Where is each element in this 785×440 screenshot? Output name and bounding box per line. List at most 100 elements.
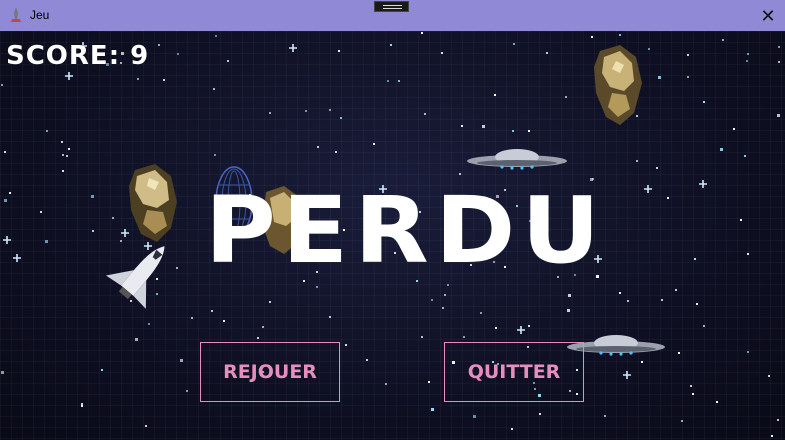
star — [46, 130, 48, 132]
star — [667, 197, 669, 199]
star — [482, 125, 485, 128]
star — [777, 419, 779, 421]
star — [678, 352, 680, 354]
star — [214, 154, 216, 156]
star — [81, 405, 83, 407]
sparkle-star — [623, 371, 631, 379]
star — [733, 128, 735, 130]
star — [656, 167, 658, 169]
star — [747, 53, 749, 55]
star — [137, 78, 139, 80]
star — [619, 292, 621, 294]
app-icon — [11, 7, 21, 22]
star — [1, 84, 3, 86]
star — [431, 299, 433, 301]
star — [494, 94, 496, 96]
star — [740, 219, 742, 221]
star — [495, 327, 497, 329]
star — [398, 80, 400, 82]
star — [694, 258, 696, 260]
star — [641, 361, 643, 363]
star — [703, 325, 705, 327]
sparkle-star — [65, 72, 73, 80]
star — [387, 80, 389, 82]
star — [567, 309, 570, 312]
star — [62, 154, 64, 156]
star — [9, 192, 11, 194]
star — [421, 336, 423, 338]
star — [148, 323, 150, 325]
star — [768, 375, 770, 377]
replay-button[interactable]: REJOUER — [200, 342, 340, 402]
sparkle-star — [517, 326, 525, 334]
star — [373, 143, 375, 145]
star — [661, 299, 663, 301]
ufo-icon — [467, 149, 567, 170]
sparkle-star — [644, 185, 652, 193]
quit-button[interactable]: QUITTER — [444, 342, 584, 402]
star — [716, 401, 718, 403]
star — [215, 35, 217, 37]
star — [528, 325, 530, 327]
star — [269, 301, 271, 303]
game-over-title: PERDU — [205, 177, 607, 284]
star — [213, 88, 215, 90]
star — [177, 53, 179, 55]
star — [305, 110, 307, 112]
star — [145, 425, 147, 427]
sparkle-star — [3, 236, 11, 244]
star — [681, 420, 683, 422]
star — [40, 211, 42, 213]
star — [66, 155, 68, 157]
star — [81, 403, 83, 405]
star — [223, 320, 225, 322]
star — [62, 170, 64, 172]
drag-handle-icon[interactable] — [374, 1, 409, 12]
star — [1, 371, 4, 374]
star — [722, 39, 724, 41]
star — [424, 113, 426, 115]
close-icon: ✕ — [760, 5, 776, 27]
star — [4, 199, 7, 202]
window-titlebar[interactable]: Jeu ✕ — [0, 0, 785, 31]
star — [112, 217, 114, 219]
star — [421, 32, 423, 34]
sparkle-star — [289, 44, 297, 52]
star — [539, 413, 541, 415]
star — [512, 130, 514, 132]
star — [777, 114, 780, 117]
star — [135, 338, 138, 341]
star — [257, 337, 259, 339]
star — [211, 310, 213, 312]
star — [186, 390, 188, 392]
star — [269, 112, 271, 114]
star — [329, 109, 331, 111]
star — [163, 79, 165, 81]
star — [366, 359, 368, 361]
star — [4, 151, 6, 153]
close-button[interactable]: ✕ — [757, 5, 779, 27]
star — [473, 415, 476, 418]
asteroid-icon — [129, 164, 177, 242]
star — [340, 117, 342, 119]
star — [68, 148, 70, 150]
star — [687, 54, 689, 56]
star — [431, 408, 434, 411]
star — [692, 393, 694, 395]
star — [447, 284, 449, 286]
star — [747, 253, 749, 255]
window-title: Jeu — [30, 8, 50, 22]
star — [45, 240, 48, 243]
star — [747, 351, 749, 353]
star — [227, 60, 229, 62]
star — [591, 36, 593, 38]
star — [648, 48, 650, 50]
star — [345, 344, 347, 346]
score-label: SCORE: 9 — [6, 41, 150, 71]
star — [92, 230, 94, 232]
star — [191, 317, 193, 319]
star — [636, 160, 638, 162]
star — [778, 61, 780, 63]
star — [746, 60, 748, 62]
star — [101, 369, 103, 371]
